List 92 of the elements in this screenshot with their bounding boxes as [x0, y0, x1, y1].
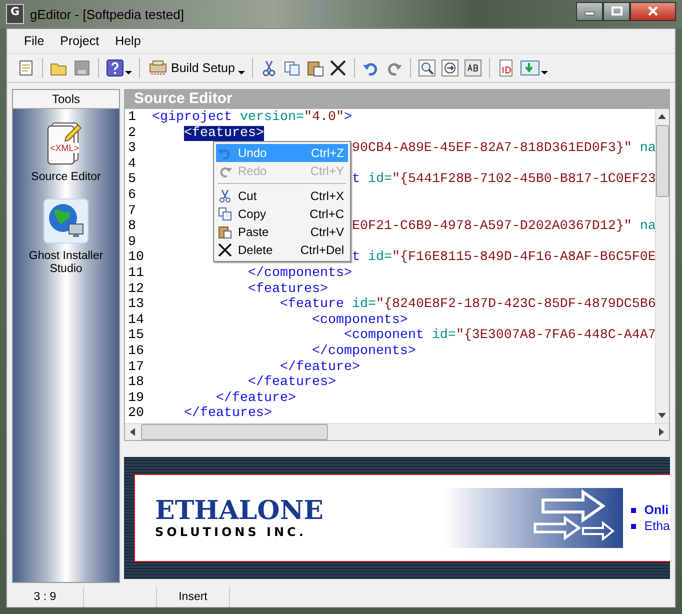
line-number: 19	[128, 390, 145, 406]
banner-link[interactable]: Onli	[644, 503, 669, 517]
code-token: </features>	[248, 375, 336, 390]
horizontal-scrollbar[interactable]	[125, 423, 669, 440]
scrollbar-thumb[interactable]	[656, 125, 669, 197]
line-number: 7	[128, 204, 137, 220]
copy-icon	[218, 207, 232, 221]
arrow-page-icon[interactable]	[440, 59, 459, 77]
tools-header: Tools	[13, 90, 119, 109]
id-document-icon[interactable]	[496, 59, 515, 77]
code-token: </feature>	[280, 360, 360, 374]
code-token: id=	[352, 297, 376, 312]
code-token: </components>	[312, 344, 416, 359]
editor-header: Source Editor	[124, 89, 670, 108]
magnifier-icon[interactable]	[418, 59, 436, 77]
code-token: t	[352, 250, 360, 266]
tool-item[interactable]: <XML> Source Editor	[16, 121, 116, 184]
maximize-icon	[610, 6, 622, 16]
code-token: <giproject	[152, 110, 232, 125]
menu-item[interactable]: Project	[53, 32, 106, 50]
code-token: "4.0"	[304, 110, 344, 125]
cursor-position: 3 : 9	[7, 587, 84, 607]
code-token: version=	[240, 110, 304, 125]
clipboard-icon	[218, 225, 232, 239]
menu-item[interactable]: Help	[108, 32, 148, 50]
code-token: >	[344, 110, 352, 125]
build-setup-button[interactable]: Build Setup	[147, 60, 237, 76]
banner-link[interactable]: Etha	[644, 519, 670, 533]
menu-item[interactable]: File	[17, 32, 52, 50]
line-number: 13	[128, 297, 145, 313]
code-token: id=	[368, 172, 392, 188]
line-number: 4	[128, 156, 137, 172]
code-token: </components>	[248, 266, 352, 281]
line-number: 17	[128, 360, 145, 376]
code-token: id=	[432, 328, 456, 344]
replace-icon[interactable]	[464, 59, 482, 77]
code-token: id=	[368, 250, 392, 266]
code-token: 90CB4-A89E-45EF-82A7-818D361ED0F3}"	[352, 141, 632, 156]
edit-mode: Insert	[157, 587, 230, 607]
copy-icon[interactable]	[282, 59, 301, 77]
company-logo-subtitle: SOLUTIONS INC.	[155, 525, 308, 539]
code-token: "{F16E8115-849D-4F16-A8AF-B6C5F0E	[392, 250, 655, 266]
maximize-button[interactable]	[603, 2, 630, 20]
document-icon[interactable]	[17, 59, 35, 77]
company-logo-name: ETHALONE	[155, 497, 324, 525]
code-token: <components>	[312, 312, 408, 328]
clipboard-icon[interactable]	[306, 59, 324, 77]
scissors-icon	[218, 189, 232, 203]
context-menu-item[interactable]: Cut Ctrl+X	[216, 187, 348, 205]
context-menu-item[interactable]: Paste Ctrl+V	[216, 223, 348, 241]
help-icon[interactable]	[106, 59, 124, 77]
window-title: gEditor - [Softpedia tested]	[30, 6, 184, 22]
code-token: "{8240E8F2-187D-423C-85DF-4879DC5B6	[376, 297, 655, 312]
code-token: </features>	[184, 406, 272, 422]
code-token: E0F21-C6B9-4978-A597-D202A0367D12}"	[352, 219, 632, 234]
line-number: 15	[128, 328, 145, 344]
line-number: 16	[128, 344, 145, 360]
delete-icon[interactable]	[328, 59, 347, 77]
list-download-icon[interactable]	[520, 59, 540, 77]
line-number: 1	[128, 110, 137, 126]
delete-icon	[218, 243, 232, 257]
code-token: <feature	[280, 297, 344, 312]
context-menu-item[interactable]: Copy Ctrl+C	[216, 205, 348, 223]
code-token: </feature>	[216, 390, 296, 406]
code-token: <features>	[248, 282, 328, 297]
line-number: 18	[128, 375, 145, 391]
context-menu-item[interactable]: Delete Ctrl+Del	[216, 241, 348, 259]
minimize-button[interactable]	[576, 2, 603, 20]
line-number: 20	[128, 406, 145, 422]
scrollbar-thumb[interactable]	[141, 424, 328, 440]
globe-monitor-icon	[43, 198, 89, 244]
line-number: 8	[128, 219, 137, 235]
close-icon	[647, 6, 659, 16]
code-token: t	[352, 172, 360, 188]
line-number: 6	[128, 188, 137, 204]
line-number: 10	[128, 250, 145, 266]
printer-icon	[149, 60, 167, 76]
line-number: 14	[128, 312, 145, 328]
close-button[interactable]	[630, 2, 676, 20]
line-number: 3	[128, 141, 137, 157]
line-number: 11	[128, 266, 145, 282]
line-number: 12	[128, 282, 145, 298]
line-number: 5	[128, 172, 137, 188]
code-token: "{5441F28B-7102-45B0-B817-1C0EF23	[392, 172, 655, 188]
vertical-scrollbar[interactable]	[655, 109, 669, 423]
selected-code: <features>	[184, 126, 264, 141]
line-number: 9	[128, 234, 137, 250]
code-token: "{3E3007A8-7FA6-448C-A4A7	[456, 328, 655, 344]
line-number: 2	[128, 126, 137, 142]
code-token: <component	[344, 328, 424, 344]
app-icon: G	[6, 4, 24, 24]
tool-item[interactable]: Ghost Installer Studio	[16, 198, 116, 276]
